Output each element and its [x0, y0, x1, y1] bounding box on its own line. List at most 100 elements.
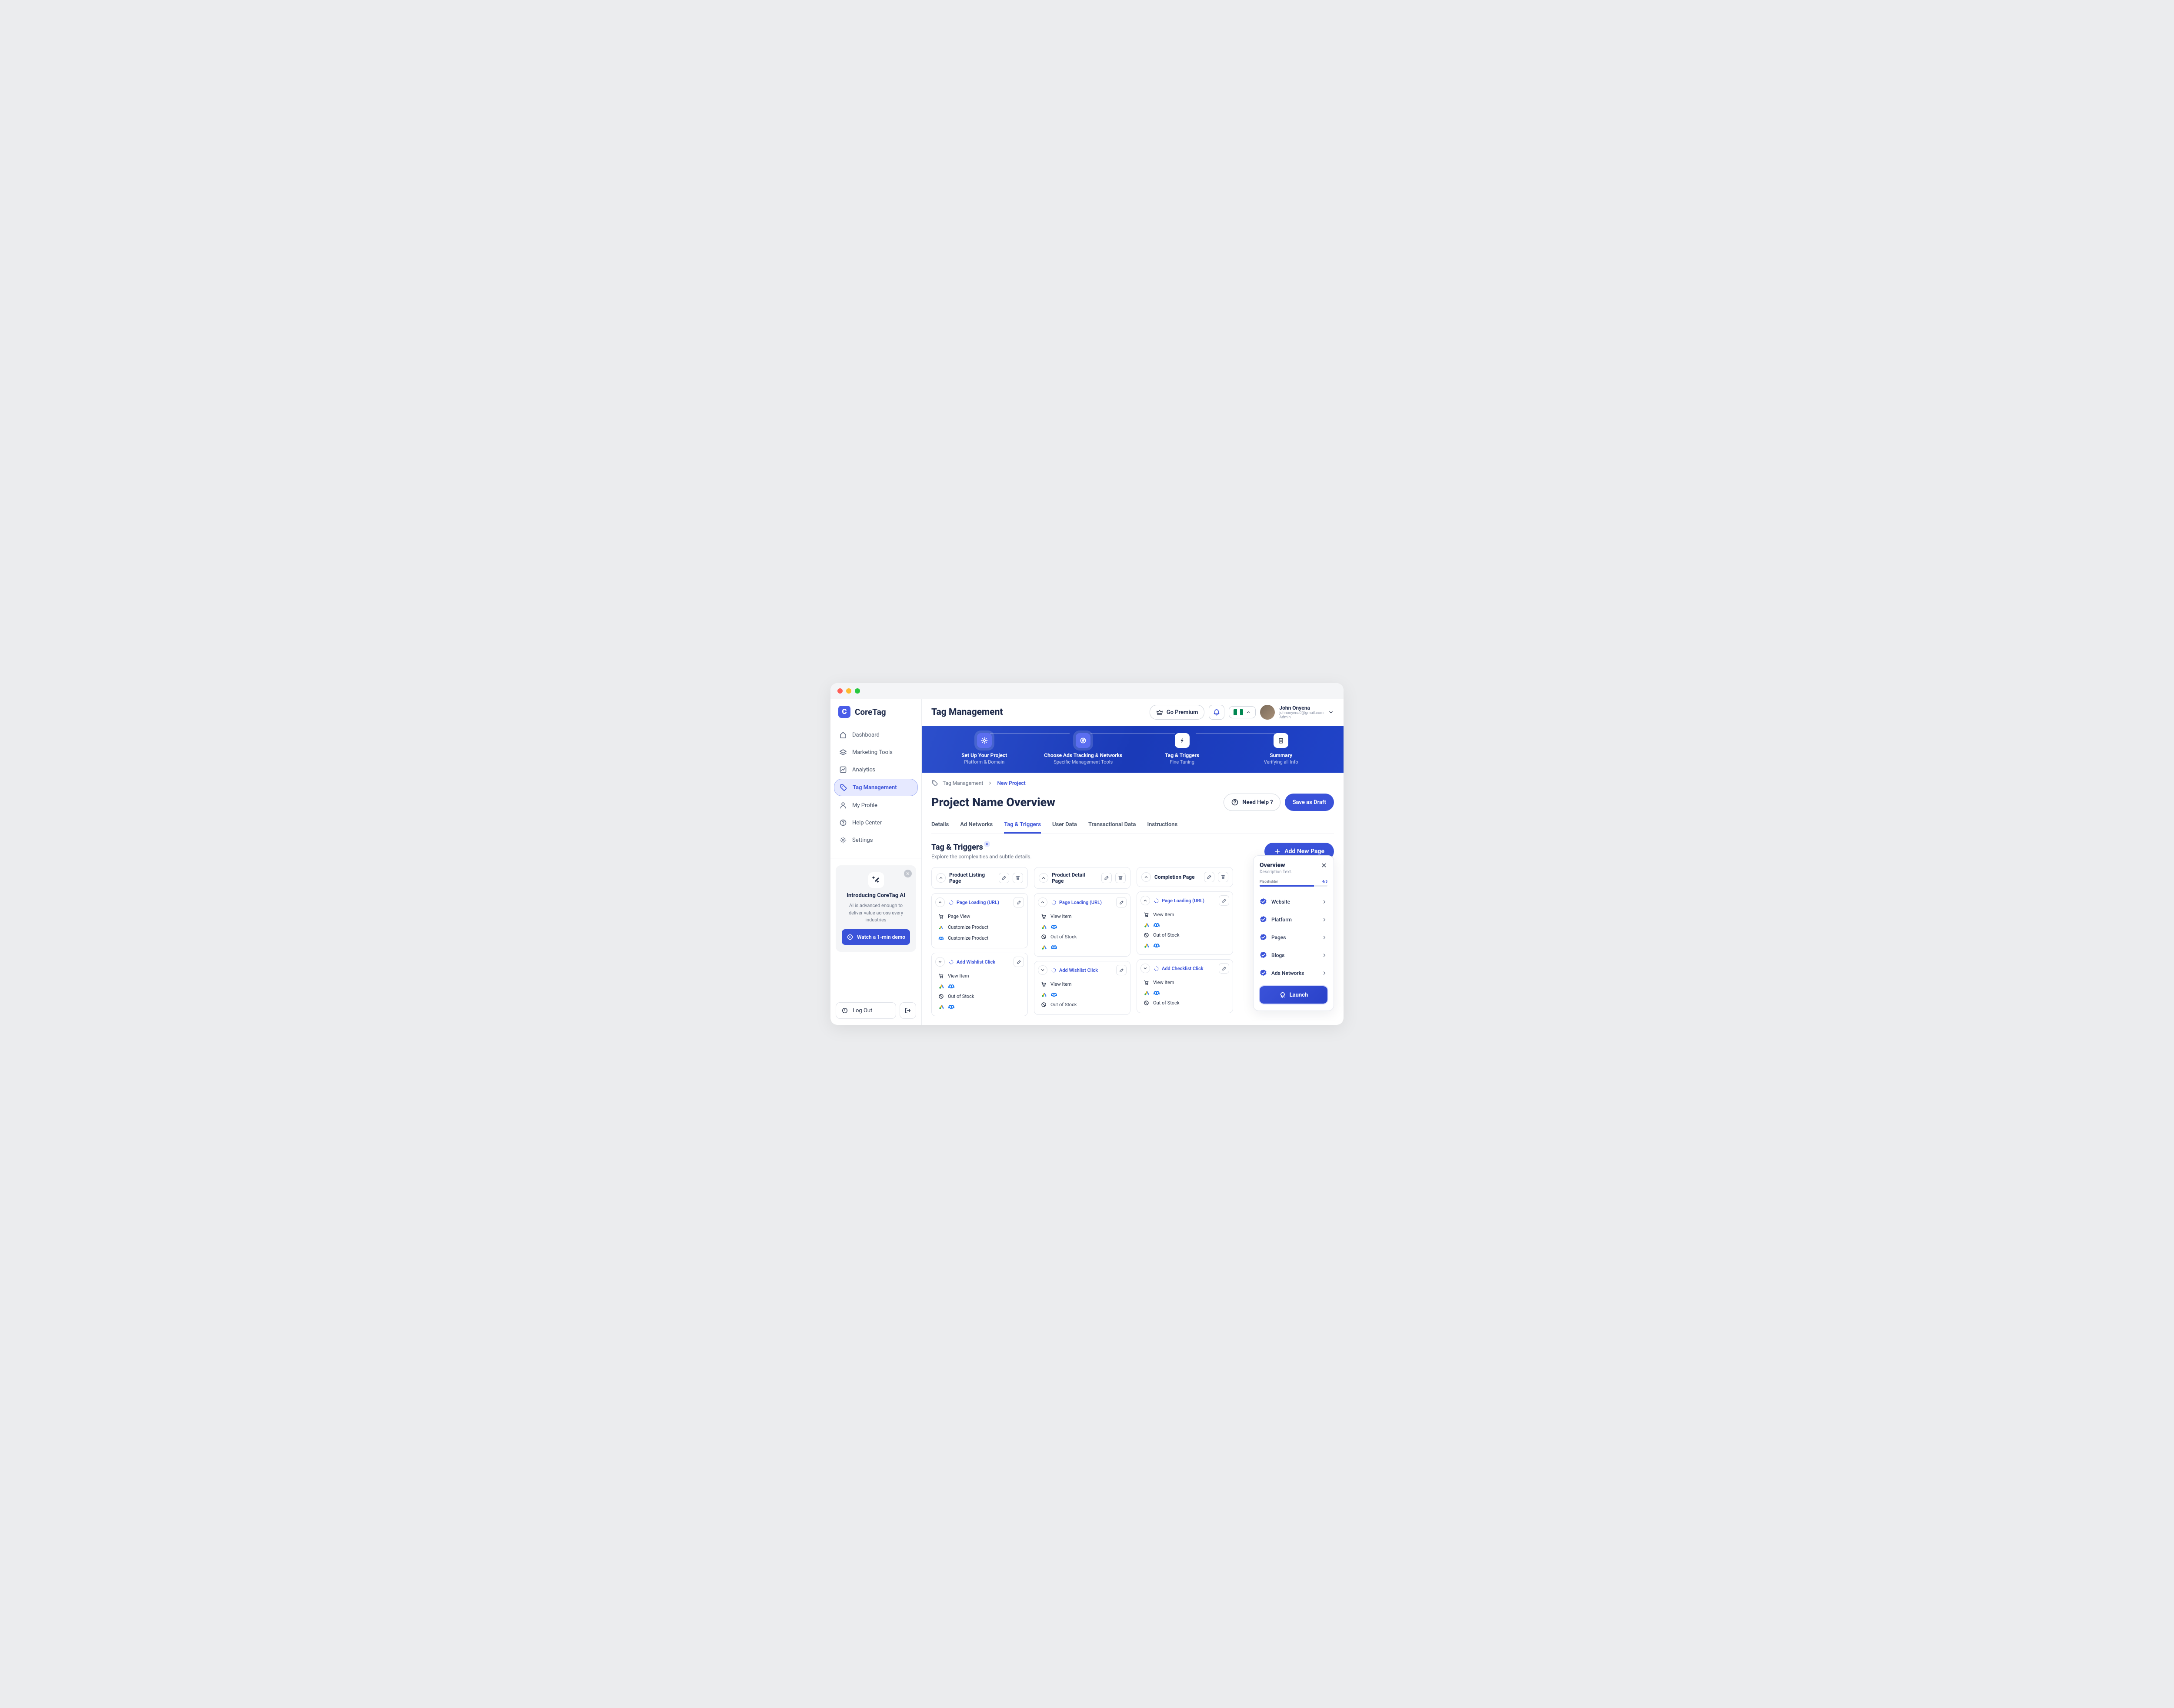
edit-card-button[interactable] — [1014, 897, 1024, 907]
traffic-light-minimize[interactable] — [846, 688, 851, 694]
watch-demo-button[interactable]: Watch a 1-min demo — [842, 929, 910, 945]
nav-tag-management[interactable]: Tag Management — [834, 779, 918, 796]
trash-icon — [1220, 874, 1226, 880]
tab-tag-triggers[interactable]: Tag & Triggers — [1004, 817, 1041, 834]
overview-item[interactable]: Ads Networks — [1260, 964, 1327, 982]
collapse-button[interactable] — [1038, 897, 1047, 907]
tab-transactional-data[interactable]: Transactional Data — [1088, 817, 1136, 834]
event-item[interactable]: Customize Product — [935, 933, 1024, 944]
delete-column-button[interactable] — [1115, 873, 1126, 883]
event-item[interactable]: Out of Stock — [935, 991, 1024, 1002]
event-item[interactable]: Out of Stock — [1140, 997, 1229, 1008]
google-ads-icon — [1040, 991, 1048, 998]
step-subtitle: Specific Management Tools — [1054, 759, 1113, 765]
overview-item[interactable]: Website — [1260, 893, 1327, 911]
step-summary[interactable]: Summary Verifying all Info — [1232, 733, 1331, 765]
collapse-button[interactable] — [1141, 872, 1151, 882]
body-scroll[interactable]: Tag Management New Project Project Name … — [922, 773, 1344, 1021]
notifications-button[interactable] — [1209, 705, 1224, 720]
locale-selector[interactable] — [1229, 706, 1256, 718]
edit-card-button[interactable] — [1219, 895, 1229, 906]
edit-icon — [1001, 875, 1007, 881]
collapse-button[interactable] — [935, 957, 945, 967]
event-item[interactable]: Customize Product — [935, 922, 1024, 933]
event-item[interactable]: View Item — [1038, 911, 1127, 922]
edit-card-button[interactable] — [1116, 897, 1127, 907]
meta-icon — [1153, 941, 1160, 949]
nav-label: Tag Management — [853, 784, 897, 791]
step-setup-project[interactable]: Set Up Your Project Platform & Domain — [935, 733, 1034, 765]
go-premium-button[interactable]: Go Premium — [1150, 705, 1205, 720]
breadcrumb-current[interactable]: New Project — [997, 780, 1025, 786]
section-title: Tag & Triggers 8 — [931, 843, 983, 852]
collapse-button[interactable] — [936, 873, 946, 883]
traffic-light-zoom[interactable] — [855, 688, 860, 694]
event-item[interactable]: View Item — [1140, 909, 1229, 920]
edit-column-button[interactable] — [1204, 872, 1214, 882]
event-item[interactable]: Out of Stock — [1038, 931, 1127, 942]
logout-button[interactable]: Log Out — [836, 1002, 896, 1019]
card-header: Page Loading (URL) — [1038, 897, 1127, 907]
traffic-light-close[interactable] — [837, 688, 843, 694]
close-icon[interactable] — [1320, 862, 1327, 869]
ban-icon — [1143, 1000, 1150, 1006]
edit-icon — [1221, 898, 1227, 904]
count-badge: 8 — [984, 841, 990, 847]
nav-settings[interactable]: Settings — [834, 832, 918, 848]
event-item[interactable]: Out of Stock — [1038, 999, 1127, 1010]
nav-my-profile[interactable]: My Profile — [834, 797, 918, 814]
user-icon — [839, 801, 847, 809]
tab-details[interactable]: Details — [931, 817, 949, 834]
overview-item[interactable]: Blogs — [1260, 946, 1327, 964]
edit-card-button[interactable] — [1014, 957, 1024, 967]
edit-column-button[interactable] — [999, 873, 1009, 883]
step-tag-triggers[interactable]: Tag & Triggers Fine Tuning — [1133, 733, 1232, 765]
breadcrumb-root[interactable]: Tag Management — [943, 780, 983, 786]
need-help-button[interactable]: Need Help ? — [1224, 794, 1280, 811]
delete-column-button[interactable] — [1013, 873, 1023, 883]
launch-button[interactable]: Launch — [1260, 986, 1327, 1004]
event-label: View Item — [1153, 912, 1174, 917]
step-choose-ads[interactable]: Choose Ads Tracking & Networks Specific … — [1034, 733, 1133, 765]
edit-card-button[interactable] — [1219, 963, 1229, 974]
clipboard-icon — [1274, 733, 1288, 748]
exit-button[interactable] — [900, 1002, 916, 1019]
cart-icon — [1143, 911, 1150, 918]
event-item[interactable]: View Item — [935, 971, 1024, 981]
save-draft-button[interactable]: Save as Draft — [1285, 794, 1334, 811]
collapse-button[interactable] — [935, 897, 945, 907]
delete-column-button[interactable] — [1218, 872, 1228, 882]
overview-item[interactable]: Platform — [1260, 911, 1327, 928]
card-header: Add Wishlist Click — [935, 957, 1024, 967]
edit-icon — [1016, 959, 1022, 965]
collapse-button[interactable] — [1140, 964, 1150, 973]
nav-analytics[interactable]: Analytics — [834, 761, 918, 778]
edit-card-button[interactable] — [1116, 965, 1127, 975]
collapse-button[interactable] — [1038, 965, 1047, 975]
ai-card-close-button[interactable]: ✕ — [904, 870, 912, 877]
overview-item-label: Ads Networks — [1271, 970, 1304, 976]
trash-icon — [1117, 875, 1124, 881]
overview-item[interactable]: Pages — [1260, 928, 1327, 946]
event-item[interactable]: View Item — [1038, 979, 1127, 990]
google-ads-icon — [1143, 989, 1151, 997]
chevron-icon — [1040, 967, 1045, 973]
nav-label: Marketing Tools — [852, 749, 893, 756]
nav-help-center[interactable]: Help Center — [834, 814, 918, 831]
tab-instructions[interactable]: Instructions — [1147, 817, 1177, 834]
play-icon — [847, 934, 854, 941]
help-icon — [1231, 798, 1239, 806]
nav-label: Analytics — [852, 767, 875, 773]
collapse-button[interactable] — [1039, 873, 1048, 883]
collapse-button[interactable] — [1140, 896, 1150, 905]
tab-ad-networks[interactable]: Ad Networks — [960, 817, 993, 834]
kanban-column: Product Detail Page Page Loading (URL) V… — [1034, 867, 1130, 1021]
edit-column-button[interactable] — [1101, 873, 1112, 883]
event-item[interactable]: View Item — [1140, 977, 1229, 988]
nav-dashboard[interactable]: Dashboard — [834, 727, 918, 743]
user-menu[interactable]: John Onyena johnonyena0@gmail.com Admin — [1260, 705, 1334, 720]
nav-marketing-tools[interactable]: Marketing Tools — [834, 744, 918, 761]
event-item[interactable]: Out of Stock — [1140, 930, 1229, 941]
tab-user-data[interactable]: User Data — [1052, 817, 1077, 834]
event-item[interactable]: Page View — [935, 911, 1024, 922]
